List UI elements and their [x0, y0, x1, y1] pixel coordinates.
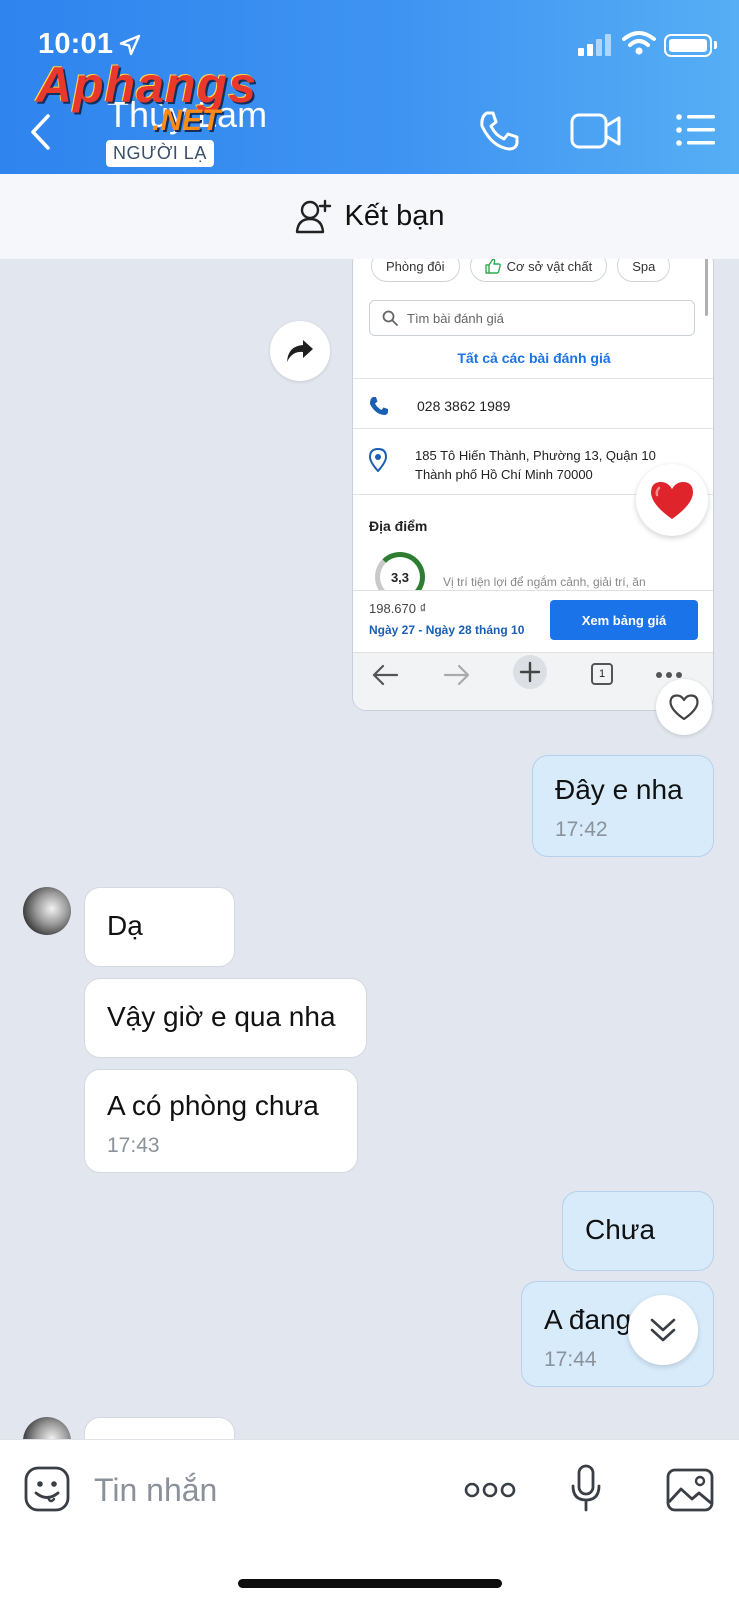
hotel-address: 185 Tô Hiến Thành, Phường 13, Quận 10 Th…: [415, 446, 656, 484]
stay-dates: Ngày 27 - Ngày 28 tháng 10: [369, 623, 525, 637]
hotel-address-row: 185 Tô Hiến Thành, Phường 13, Quận 10 Th…: [369, 446, 656, 484]
message-composer: Tin nhắn: [0, 1439, 739, 1600]
hotel-address-line2: Thành phố Hồ Chí Minh 70000: [415, 467, 593, 482]
add-user-icon: [295, 199, 331, 233]
divider: [353, 428, 713, 429]
location-arrow-icon: [119, 34, 141, 56]
hotel-phone: 028 3862 1989: [417, 398, 511, 414]
price-bar: 198.670 ₫ Ngày 27 - Ngày 28 tháng 10 Xem…: [353, 590, 713, 652]
scroll-to-bottom-button[interactable]: [628, 1295, 698, 1365]
microphone-icon[interactable]: [570, 1464, 602, 1512]
phone-icon: [370, 397, 388, 415]
reaction-heart[interactable]: [636, 464, 708, 536]
chip-spa: Spa: [617, 259, 671, 282]
message-bubble-incoming[interactable]: A có phòng chưa 17:43: [84, 1069, 358, 1173]
message-text: Đây e nha: [555, 774, 683, 805]
sticker-icon[interactable]: [24, 1466, 70, 1512]
review-search-field: Tìm bài đánh giá: [369, 300, 695, 336]
chip-facilities-label: Cơ sở vật chất: [506, 259, 593, 274]
add-friend-label: Kết bạn: [344, 200, 445, 232]
divider: [353, 378, 713, 379]
browser-tab-count: 1: [598, 668, 606, 680]
chip-facilities: Cơ sở vật chất: [469, 259, 608, 282]
chat-menu-icon[interactable]: [676, 114, 716, 146]
browser-new-tab-icon: [513, 655, 547, 689]
filter-chips: Phòng đôi Cơ sở vật chất Spa: [371, 259, 671, 282]
home-indicator: [238, 1579, 502, 1588]
wifi-icon: [622, 31, 656, 55]
location-rating: 3,3: [390, 569, 410, 585]
forward-button[interactable]: [270, 321, 330, 381]
like-button[interactable]: [656, 679, 712, 735]
add-friend-bar[interactable]: Kết bạn: [0, 174, 739, 259]
double-chevron-down-icon: [650, 1318, 676, 1342]
more-options-icon[interactable]: [464, 1481, 516, 1499]
hotel-phone-row: 028 3862 1989: [369, 396, 510, 416]
hotel-address-line1: 185 Tô Hiến Thành, Phường 13, Quận 10: [415, 448, 656, 463]
heart-outline-icon: [669, 694, 699, 721]
watermark-logo: Aphangs: [36, 57, 257, 113]
message-text: Chưa: [585, 1214, 656, 1245]
watermark-logo-suffix: .NET: [152, 104, 221, 137]
share-arrow-icon: [287, 340, 313, 362]
search-icon: [382, 310, 398, 326]
browser-tabs-icon: 1: [591, 663, 613, 685]
message-time: 17:43: [107, 1134, 160, 1157]
chat-header: 10:01 Thùy Lam NGƯỜI LẠ Aphangs .NET: [0, 0, 739, 174]
message-text: Dạ: [107, 910, 143, 941]
message-bubble-incoming[interactable]: Dạ: [84, 887, 235, 967]
chip-double-room: Phòng đôi: [371, 259, 460, 282]
browser-more-icon: [656, 672, 682, 678]
chat-thread[interactable]: Phòng đôi Cơ sở vật chất Spa Tìm bài đán…: [0, 259, 739, 1439]
contact-avatar[interactable]: [23, 1417, 71, 1439]
message-time: 17:42: [555, 818, 608, 841]
phone-call-icon[interactable]: [478, 110, 520, 152]
message-bubble-incoming[interactable]: Vậy giờ e qua nha: [84, 978, 367, 1058]
red-heart-icon: [651, 482, 693, 519]
location-description: Vị trí tiện lợi để ngắm cảnh, giải trí, …: [443, 575, 646, 589]
video-call-icon[interactable]: [570, 112, 622, 150]
browser-forward-icon: [443, 664, 470, 686]
view-prices-button: Xem bảng giá: [550, 600, 698, 640]
message-input[interactable]: Tin nhắn: [94, 1472, 217, 1509]
thumbs-up-icon: [484, 259, 501, 274]
browser-back-icon: [372, 664, 399, 686]
all-reviews-link: Tất cả các bài đánh giá: [457, 350, 611, 366]
battery-icon: [664, 34, 717, 57]
image-scrollbar: [705, 259, 708, 316]
room-price: 198.670 ₫: [369, 601, 427, 616]
message-text: Vậy giờ e qua nha: [107, 1001, 336, 1032]
map-pin-icon: [369, 448, 387, 472]
signal-icon: [578, 34, 614, 56]
stranger-badge: NGƯỜI LẠ: [106, 140, 214, 167]
message-bubble-incoming-partial[interactable]: [84, 1417, 235, 1439]
review-search-placeholder: Tìm bài đánh giá: [407, 310, 504, 326]
image-picker-icon[interactable]: [666, 1468, 714, 1512]
message-bubble-outgoing[interactable]: Đây e nha 17:42: [532, 755, 714, 857]
message-bubble-outgoing[interactable]: Chưa: [562, 1191, 714, 1271]
message-text: A có phòng chưa: [107, 1090, 319, 1121]
contact-avatar[interactable]: [23, 887, 71, 935]
location-heading: Địa điểm: [369, 518, 428, 534]
back-chevron-icon[interactable]: [28, 112, 52, 152]
